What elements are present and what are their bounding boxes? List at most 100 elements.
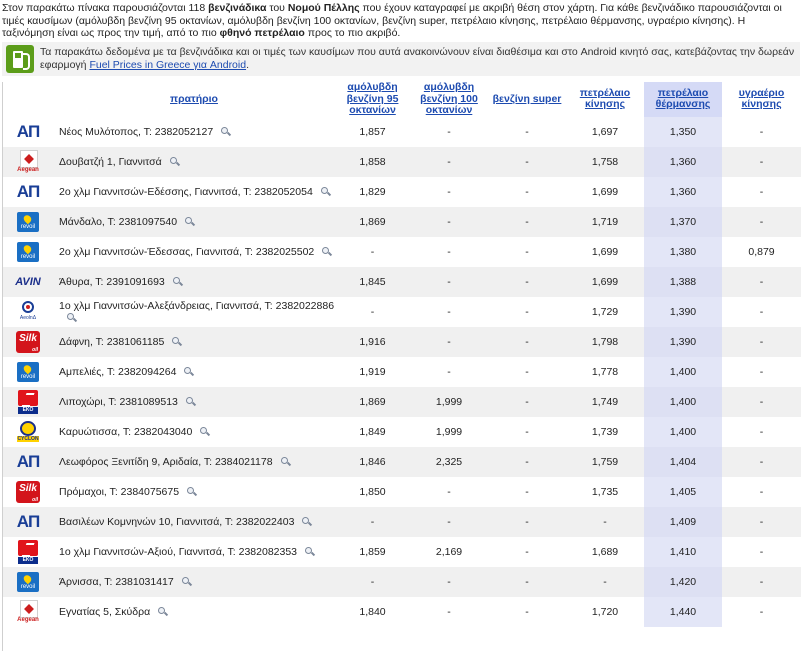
- intro-part: προς το πιο ακριβό.: [304, 27, 401, 39]
- ap-logo-icon: ΑΠ: [16, 181, 41, 201]
- android-app-notice: Τα παρακάτω δεδομένα με τα βενζινάδικα κ…: [2, 42, 800, 76]
- intro-text: Στον παρακάτω πίνακα παρουσιάζονται 118 …: [2, 2, 800, 40]
- super-price: -: [488, 536, 566, 567]
- map-search-icon[interactable]: [67, 312, 76, 322]
- heating-oil-price: 1,380: [644, 236, 722, 267]
- super-price: -: [488, 446, 566, 477]
- lpg-price: -: [722, 506, 801, 537]
- prices-table-container: πρατήριο αμόλυβδη βενζίνη 95 οκτανίων αμ…: [2, 82, 801, 651]
- unleaded-100-price: -: [410, 266, 488, 297]
- station-name: Πρόμαχοι, Τ: 2384075675: [59, 485, 180, 498]
- diesel-price: 1,729: [566, 296, 644, 327]
- android-app-link[interactable]: Fuel Prices in Greece για Android: [89, 59, 246, 71]
- table-row: EKO Λιποχώρι, Τ: 2381089513 1,869 1,999-1,7…: [3, 386, 801, 417]
- table-row: Aegean Δουβατζή 1, Γιαννιτσά 1,858- -1,758 1…: [3, 146, 801, 177]
- unleaded-95-price: -: [335, 296, 410, 327]
- super-price: -: [488, 596, 566, 627]
- unleaded-100-price: -: [410, 356, 488, 387]
- silk-oil-logo-icon: Silk: [16, 330, 40, 353]
- station-cell: Λιποχώρι, Τ: 2381089513: [53, 386, 335, 417]
- map-search-icon[interactable]: [187, 486, 196, 496]
- diesel-price: 1,720: [566, 596, 644, 627]
- sort-by-lpg[interactable]: υγραέριο κίνησης: [722, 82, 801, 117]
- station-name: Λιποχώρι, Τ: 2381089513: [59, 395, 178, 408]
- notice-text-part: .: [246, 59, 249, 71]
- unleaded-95-price: 1,857: [335, 116, 410, 147]
- heating-oil-price: 1,360: [644, 146, 722, 177]
- unleaded-95-price: 1,850: [335, 476, 410, 507]
- sort-by-heating-oil[interactable]: πετρέλαιο θέρμανσης: [644, 82, 722, 117]
- station-name: Μάνδαλο, Τ: 2381097540: [59, 215, 178, 228]
- diesel-price: 1,739: [566, 416, 644, 447]
- lpg-price: -: [722, 356, 801, 387]
- sort-by-diesel[interactable]: πετρέλαιο κίνησης: [566, 82, 644, 117]
- table-row: AVIN Άθυρα, Τ: 2391091693 1,845- -1,699 1,38…: [3, 266, 801, 297]
- lpg-price: -: [722, 386, 801, 417]
- station-name: 1ο χλμ Γιαννιτσών-Αξιού, Γιαννιτσά, Τ: 2…: [59, 545, 298, 558]
- lpg-price: -: [722, 146, 801, 177]
- diesel-price: 1,749: [566, 386, 644, 417]
- station-cell: Δουβατζή 1, Γιαννιτσά: [53, 146, 335, 177]
- brand-cell: EKO: [3, 536, 53, 567]
- table-row: Aegean Εγνατίας 5, Σκύδρα 1,840- -1,720 1,44…: [3, 596, 801, 627]
- heating-oil-price: 1,410: [644, 536, 722, 567]
- unleaded-100-price: -: [410, 566, 488, 597]
- map-search-icon[interactable]: [305, 546, 314, 556]
- map-search-icon[interactable]: [184, 366, 193, 376]
- map-search-icon[interactable]: [172, 336, 181, 346]
- map-search-icon[interactable]: [169, 156, 179, 166]
- ap-logo-icon: ΑΠ: [16, 511, 41, 531]
- map-search-icon[interactable]: [200, 426, 209, 436]
- unleaded-100-price: 2,325: [410, 446, 488, 477]
- unleaded-100-price: -: [410, 146, 488, 177]
- sort-by-super[interactable]: βενζίνη super: [488, 82, 566, 117]
- map-search-icon[interactable]: [185, 396, 195, 406]
- station-name: Εγνατίας 5, Σκύδρα: [59, 605, 151, 618]
- sort-by-station[interactable]: πρατήριο: [53, 82, 335, 117]
- map-search-icon[interactable]: [181, 576, 191, 586]
- heating-oil-price: 1,390: [644, 296, 722, 327]
- brand-cell: [3, 566, 53, 597]
- sort-by-unleaded-95[interactable]: αμόλυβδη βενζίνη 95 οκτανίων: [335, 82, 410, 117]
- brand-cell: ΑΠ: [3, 116, 53, 147]
- intro-bold-cheapest: φθηνό πετρέλαιο: [219, 27, 305, 39]
- map-search-icon[interactable]: [322, 246, 331, 256]
- unleaded-95-price: 1,846: [335, 446, 410, 477]
- map-search-icon[interactable]: [221, 126, 230, 136]
- cyclon-logo-icon: CYCLON: [17, 420, 39, 443]
- brand-cell: EKO: [3, 386, 53, 417]
- station-cell: 2ο χλμ Γιαννιτσών-Έδεσσας, Γιαννιτσά, Τ:…: [53, 236, 335, 267]
- unleaded-100-price: 1,999: [410, 386, 488, 417]
- station-cell: Πρόμαχοι, Τ: 2384075675: [53, 476, 335, 507]
- super-price: -: [488, 416, 566, 447]
- heating-oil-price: 1,405: [644, 476, 722, 507]
- diesel-price: 1,778: [566, 356, 644, 387]
- lpg-price: -: [722, 536, 801, 567]
- station-cell: Αμπελιές, Τ: 2382094264: [53, 356, 335, 387]
- table-row: SilkΠρόμαχοι, Τ: 23840756751,850--1,7351…: [3, 476, 801, 507]
- map-search-icon[interactable]: [302, 516, 311, 526]
- table-row: Αμπελιές, Τ: 23820942641,919--1,7781,400…: [3, 356, 801, 387]
- unleaded-95-price: 1,859: [335, 536, 410, 567]
- station-name: 2ο χλμ Γιαννιτσών-Εδέσσης, Γιαννιτσά, Τ:…: [59, 185, 313, 198]
- super-price: -: [488, 386, 566, 417]
- ap-logo-icon: ΑΠ: [16, 451, 41, 471]
- table-row: ΑΠ Λεωφόρος Ξενιτίδη 9, Αριδαία, Τ: 23840…: [3, 446, 801, 477]
- lpg-price: -: [722, 116, 801, 147]
- lpg-price: -: [722, 416, 801, 447]
- station-cell: 1ο χλμ Γιαννιτσών-Αλεξάνδρειας, Γιαννιτσ…: [53, 296, 335, 327]
- map-search-icon[interactable]: [172, 276, 182, 286]
- station-cell: 1ο χλμ Γιαννιτσών-Αξιού, Γιαννιτσά, Τ: 2…: [53, 536, 335, 567]
- table-row: ΑΠ 2ο χλμ Γιαννιτσών-Εδέσσης, Γιαννιτσά, …: [3, 176, 801, 207]
- map-search-icon[interactable]: [280, 456, 290, 466]
- brand-cell: [3, 236, 53, 267]
- map-search-icon[interactable]: [320, 186, 330, 196]
- station-cell: Νέος Μυλότοπος, Τ: 2382052127: [53, 116, 335, 147]
- super-price: -: [488, 176, 566, 207]
- brand-cell: ΑΠ: [3, 446, 53, 477]
- map-search-icon[interactable]: [158, 606, 167, 616]
- unleaded-100-price: -: [410, 596, 488, 627]
- map-search-icon[interactable]: [185, 216, 194, 226]
- intro-bold-stations: βενζινάδικα: [208, 2, 267, 14]
- sort-by-unleaded-100[interactable]: αμόλυβδη βενζίνη 100 οκτανίων: [410, 82, 488, 117]
